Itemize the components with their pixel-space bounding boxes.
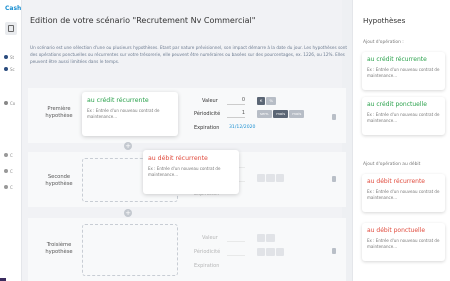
hypothesis-template-card[interactable]: au crédit récurrente Ex : Entrée d'un no… xyxy=(362,52,445,90)
scenario-icon[interactable] xyxy=(5,22,17,35)
hypothesis-template-card[interactable]: au crédit ponctuelle Ex : Entrée d'un no… xyxy=(362,97,445,135)
row-label: Première hypothèse xyxy=(45,106,73,119)
period-toggle[interactable] xyxy=(257,174,285,182)
card-title: au débit ponctuelle xyxy=(367,227,426,234)
expiration-label: Expiration xyxy=(194,263,220,269)
period-opt[interactable]: mois xyxy=(273,110,289,118)
unit-toggle[interactable] xyxy=(257,234,276,242)
dragged-hypothesis-card[interactable]: au débit récurrente Ex : Entrée d'un nou… xyxy=(143,150,239,194)
sidebar-item-4[interactable]: C xyxy=(4,150,18,160)
period-opt[interactable]: sem. xyxy=(257,110,273,118)
unit-euro[interactable]: € xyxy=(257,97,266,105)
card-title: au crédit récurrente xyxy=(367,56,427,63)
nav-dot-icon xyxy=(4,101,8,105)
hypothesis-row-3: Troisième hypothèse Valeur Périodicité E… xyxy=(28,218,346,281)
hypothesis-template-card[interactable]: au débit ponctuelle Ex : Entrée d'un nou… xyxy=(362,223,445,261)
sidebar-item-6[interactable]: C xyxy=(4,182,18,192)
period-toggle[interactable]: sem. mois mois xyxy=(257,110,305,118)
nav-dot-icon xyxy=(4,67,8,71)
nav-dot-icon xyxy=(4,153,8,157)
expiration-label: Expiration xyxy=(194,125,220,131)
sidebar-item-5[interactable]: C xyxy=(4,166,18,176)
hypothesis-row-1: Première hypothèse au crédit récurrente … xyxy=(28,88,346,143)
trash-icon[interactable] xyxy=(332,248,336,254)
card-dropzone[interactable] xyxy=(82,224,178,276)
sidebar-item-1[interactable]: St xyxy=(4,52,18,62)
brand-logo[interactable]: Cash xyxy=(5,5,21,12)
section-label: Ajout d'opération au débit xyxy=(363,162,421,167)
valeur-input[interactable] xyxy=(227,234,245,242)
periodicite-label: Périodicité xyxy=(194,111,221,117)
card-subtitle: Ex : Entrée d'un nouveau contrat de main… xyxy=(367,112,440,123)
trash-icon[interactable] xyxy=(332,176,336,182)
card-subtitle: Ex : Entrée d'un nouveau contrat de main… xyxy=(367,67,440,78)
periodicite-input[interactable]: 1 xyxy=(227,110,245,118)
sidebar-item-3[interactable]: Co xyxy=(4,98,18,108)
valeur-label: Valeur xyxy=(202,98,218,104)
nav-dot-icon xyxy=(4,185,8,189)
add-hypothesis-icon[interactable]: + xyxy=(124,209,132,217)
valeur-input[interactable]: 0 xyxy=(227,97,245,105)
section-label: Ajout d'opération : xyxy=(363,40,404,45)
valeur-label: Valeur xyxy=(202,235,218,241)
panel-title: Hypothèses xyxy=(363,16,406,25)
unit-toggle[interactable]: € % xyxy=(257,97,277,105)
page-title: Edition de votre scénario "Recrutement N… xyxy=(30,16,256,25)
sidebar-item-2[interactable]: Sc xyxy=(4,64,18,74)
card-subtitle: Ex : Entrée d'un nouveau contrat de main… xyxy=(148,166,221,177)
row-label: Seconde hypothèse xyxy=(45,174,73,187)
period-toggle[interactable] xyxy=(257,248,285,256)
scenario-description: Un scénario est une sélection d'une ou p… xyxy=(30,45,347,64)
card-title: au débit récurrente xyxy=(367,178,425,185)
card-subtitle: Ex : Entrée d'un nouveau contrat de main… xyxy=(87,108,160,119)
nav-dot-icon xyxy=(4,169,8,173)
card-title: au crédit ponctuelle xyxy=(367,101,427,108)
hypothesis-card[interactable]: au crédit récurrente Ex : Entrée d'un no… xyxy=(82,92,178,136)
nav-dot-icon xyxy=(4,55,8,59)
card-subtitle: Ex : Entrée d'un nouveau contrat de main… xyxy=(367,238,440,249)
row-label: Troisième hypothèse xyxy=(45,242,73,255)
period-opt[interactable]: mois xyxy=(289,110,305,118)
periodicite-label: Périodicité xyxy=(194,249,221,255)
add-hypothesis-icon[interactable]: + xyxy=(124,142,132,150)
trash-icon[interactable] xyxy=(332,114,336,120)
expiration-date[interactable]: 31/12/2020 xyxy=(229,125,255,130)
hypotheses-panel: Hypothèses Ajout d'opération : au crédit… xyxy=(352,0,450,281)
scenario-editor: Edition de votre scénario "Recrutement N… xyxy=(22,0,347,281)
periodicite-input[interactable] xyxy=(227,248,245,256)
card-subtitle: Ex : Entrée d'un nouveau contrat de main… xyxy=(367,189,440,200)
hypothesis-template-card[interactable]: au débit récurrente Ex : Entrée d'un nou… xyxy=(362,174,445,212)
unit-percent[interactable]: % xyxy=(266,97,277,105)
card-title: au crédit récurrente xyxy=(87,97,149,104)
card-title: au débit récurrente xyxy=(148,155,208,162)
sidebar: Cash St Sc Co C C C xyxy=(0,0,22,281)
